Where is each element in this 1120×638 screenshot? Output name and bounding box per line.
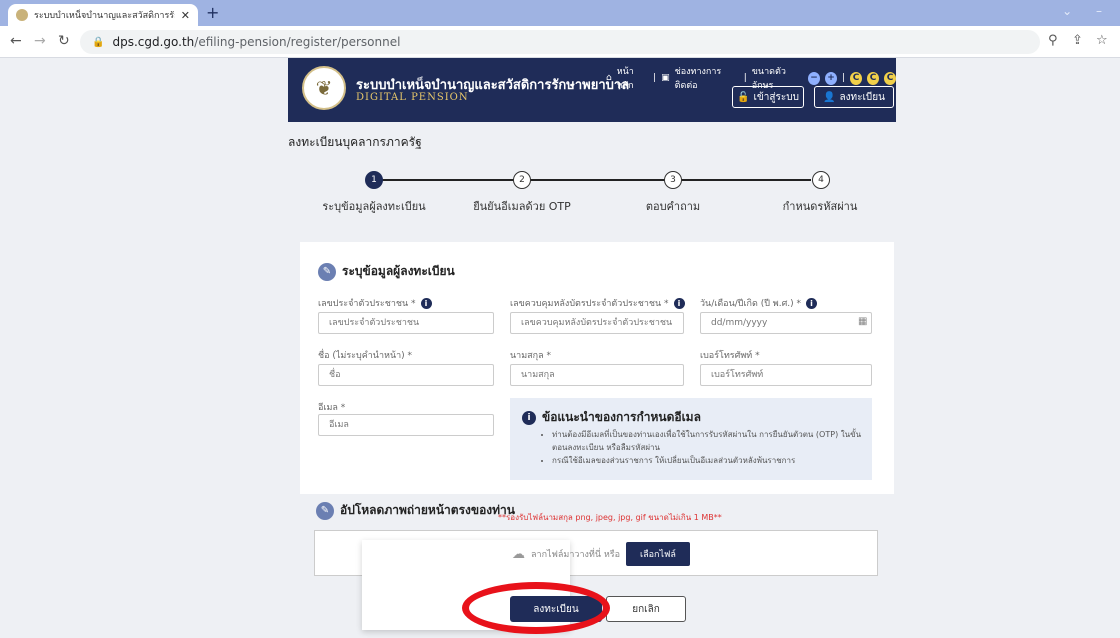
reload-icon[interactable]: ↻ bbox=[58, 33, 70, 49]
font-increase-button[interactable]: + bbox=[825, 71, 838, 85]
contrast-yellow-button[interactable]: C bbox=[867, 71, 880, 85]
registrant-section-heading: ✎ ระบุข้อมูลผู้ลงทะเบียน bbox=[318, 262, 455, 281]
advice-title-text: ข้อแนะนำของการกำหนดอีเมล bbox=[542, 410, 701, 424]
register-header-button[interactable]: 👤 ลงทะเบียน bbox=[814, 86, 894, 108]
upload-section-heading: ✎ อัปโหลดภาพถ่ายหน้าตรงของท่าน bbox=[316, 501, 515, 520]
divider: | bbox=[743, 73, 747, 83]
site-header: ❦ ระบบบำเหน็จบำนาญและสวัสดิการรักษาพยาบา… bbox=[288, 58, 896, 122]
browser-tab-bar: ระบบบำเหน็จบำนาญและสวัสดิการรักษ ✕ + ⌄ – bbox=[0, 0, 1120, 26]
id-card-label-text: เลขประจำตัวประชาชน * bbox=[318, 299, 416, 309]
forward-icon[interactable]: → bbox=[34, 33, 46, 49]
page-title: ลงทะเบียนบุคลากรภาครัฐ bbox=[288, 135, 422, 149]
info-icon[interactable]: i bbox=[420, 297, 432, 309]
url-path: /efiling-pension/register/personnel bbox=[194, 35, 401, 49]
divider: | bbox=[842, 73, 846, 83]
upload-title: อัปโหลดภาพถ่ายหน้าตรงของท่าน bbox=[340, 503, 515, 517]
upload-controls: ☁ ลากไฟล์มาวางที่นี่ หรือ เลือกไฟล์ bbox=[512, 542, 690, 566]
pencil-icon: ✎ bbox=[318, 262, 336, 281]
cancel-button[interactable]: ยกเลิก bbox=[606, 596, 686, 622]
home-link[interactable]: หน้าหลัก bbox=[617, 64, 648, 92]
share-icon[interactable]: ⇪ bbox=[1072, 33, 1083, 48]
contact-link[interactable]: ช่องทางการติดต่อ bbox=[675, 64, 739, 92]
cloud-upload-icon: ☁ bbox=[512, 546, 525, 562]
garuda-logo-icon[interactable]: ❦ bbox=[302, 66, 346, 110]
divider: | bbox=[653, 73, 657, 83]
surname-input[interactable] bbox=[510, 364, 684, 386]
first-name-input[interactable] bbox=[318, 364, 494, 386]
site-subtitle: DIGITAL PENSION bbox=[356, 92, 469, 103]
advice-item: กรณีใช้อีเมลของส่วนราชการ ให้เปลี่ยนเป็น… bbox=[552, 454, 864, 467]
zoom-icon[interactable]: ⚲ bbox=[1048, 33, 1058, 48]
step-3-label: ตอบคำถาม bbox=[645, 200, 701, 213]
step-2-circle: 2 bbox=[513, 171, 531, 189]
step-connector bbox=[382, 179, 522, 181]
back-icon[interactable]: ← bbox=[10, 33, 22, 49]
tab-title: ระบบบำเหน็จบำนาญและสวัสดิการรักษ bbox=[34, 11, 175, 21]
lock-icon: 🔓 bbox=[737, 91, 750, 103]
choose-file-button[interactable]: เลือกไฟล์ bbox=[626, 542, 690, 566]
registration-stepper: 1 2 3 4 ระบุข้อมูลผู้ลงทะเบียน ยืนยันอีเ… bbox=[288, 165, 896, 215]
step-4-label: กำหนดรหัสผ่าน bbox=[782, 200, 858, 213]
pencil-icon: ✎ bbox=[316, 501, 334, 520]
laser-code-label-text: เลขควบคุมหลังบัตรประจำตัวประชาชน * bbox=[510, 299, 669, 309]
step-1-label: ระบุข้อมูลผู้ลงทะเบียน bbox=[322, 200, 426, 213]
advice-item: ท่านต้องมีอีเมลที่เป็นของท่านเองเพื่อใช้… bbox=[552, 428, 864, 454]
login-label: เข้าสู่ระบบ bbox=[753, 91, 799, 103]
laser-code-label: เลขควบคุมหลังบัตรประจำตัวประชาชน * i bbox=[510, 296, 685, 310]
step-connector bbox=[681, 179, 811, 181]
browser-tab[interactable]: ระบบบำเหน็จบำนาญและสวัสดิการรักษ ✕ bbox=[8, 4, 198, 26]
email-advice-box: i ข้อแนะนำของการกำหนดอีเมล ท่านต้องมีอีเ… bbox=[510, 398, 872, 480]
advice-list: ท่านต้องมีอีเมลที่เป็นของท่านเองเพื่อใช้… bbox=[544, 428, 864, 467]
info-icon[interactable]: i bbox=[806, 297, 818, 309]
info-icon[interactable]: i bbox=[673, 297, 685, 309]
step-3-circle: 3 bbox=[664, 171, 682, 189]
birth-date-input[interactable] bbox=[700, 312, 872, 334]
bookmark-star-icon[interactable]: ☆ bbox=[1096, 33, 1108, 48]
upload-format-note: **รองรับไฟล์นามสกุล png, jpeg, jpg, gif … bbox=[498, 513, 722, 522]
email-label: อีเมล * bbox=[318, 403, 346, 413]
step-connector bbox=[530, 179, 673, 181]
drop-text: ลากไฟล์มาวางที่นี่ หรือ bbox=[531, 550, 621, 560]
register-header-label: ลงทะเบียน bbox=[839, 91, 885, 103]
info-icon: i bbox=[522, 410, 536, 425]
highlight-circle-annotation bbox=[462, 582, 610, 634]
user-icon: 👤 bbox=[823, 91, 836, 103]
section-title: ระบุข้อมูลผู้ลงทะเบียน bbox=[342, 264, 455, 278]
email-input[interactable] bbox=[318, 414, 494, 436]
calendar-icon[interactable]: ▦ bbox=[858, 316, 867, 327]
step-2-label: ยืนยันอีเมลด้วย OTP bbox=[473, 200, 571, 213]
advice-title: i ข้อแนะนำของการกำหนดอีเมล bbox=[522, 408, 701, 427]
lock-icon: 🔒 bbox=[92, 36, 105, 48]
address-bar: ← → ↻ 🔒 dps.cgd.go.th /efiling-pension/r… bbox=[0, 26, 1120, 58]
contrast-dark-button[interactable]: C bbox=[884, 71, 896, 85]
step-4-circle: 4 bbox=[812, 171, 830, 189]
site-favicon-icon bbox=[16, 9, 28, 21]
phone-input[interactable] bbox=[700, 364, 872, 386]
first-name-label: ชื่อ (ไม่ระบุคำนำหน้า) * bbox=[318, 351, 413, 361]
url-host: dps.cgd.go.th bbox=[112, 35, 195, 49]
url-input[interactable]: 🔒 dps.cgd.go.th /efiling-pension/registe… bbox=[80, 30, 1040, 54]
surname-label: นามสกุล * bbox=[510, 351, 551, 361]
login-button[interactable]: 🔓 เข้าสู่ระบบ bbox=[732, 86, 804, 108]
birth-date-label: วัน/เดือน/ปีเกิด (ปี พ.ศ.) * i bbox=[700, 296, 818, 310]
close-tab-icon[interactable]: ✕ bbox=[181, 9, 190, 22]
window-controls[interactable]: ⌄ – bbox=[1062, 4, 1112, 18]
id-card-input[interactable] bbox=[318, 312, 494, 334]
birth-date-label-text: วัน/เดือน/ปีเกิด (ปี พ.ศ.) * bbox=[700, 299, 802, 309]
laser-code-input[interactable] bbox=[510, 312, 684, 334]
phone-label: เบอร์โทรศัพท์ * bbox=[700, 351, 760, 361]
contrast-normal-button[interactable]: C bbox=[850, 71, 863, 85]
new-tab-icon[interactable]: + bbox=[206, 3, 219, 22]
home-icon: ⌂ bbox=[606, 73, 612, 83]
id-card-label: เลขประจำตัวประชาชน * i bbox=[318, 296, 432, 310]
font-decrease-button[interactable]: − bbox=[808, 71, 821, 85]
step-1-circle: 1 bbox=[365, 171, 383, 189]
contact-icon: ▣ bbox=[661, 73, 670, 83]
